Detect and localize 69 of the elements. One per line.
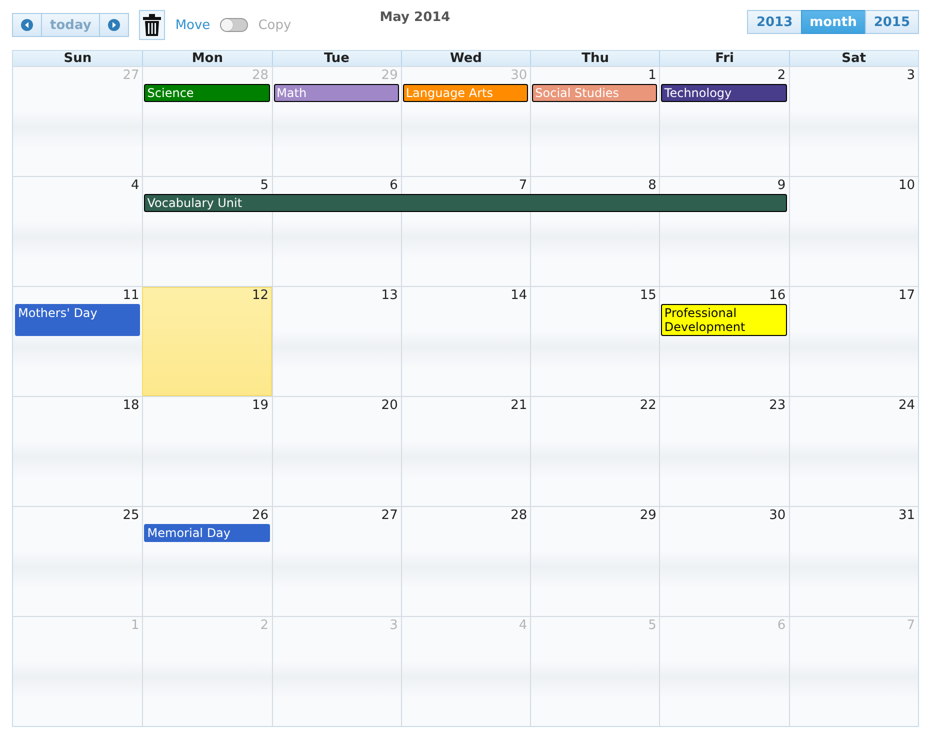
day-number: 26 bbox=[252, 507, 270, 523]
day-number: 28 bbox=[510, 507, 528, 523]
day-number: 20 bbox=[381, 397, 399, 413]
day-number: 7 bbox=[906, 617, 916, 633]
today-cell[interactable]: 12 bbox=[142, 287, 272, 396]
calendar-event[interactable]: Mothers' Day bbox=[15, 304, 140, 336]
day-number: 7 bbox=[518, 177, 528, 193]
day-number: 12 bbox=[252, 287, 270, 303]
day-number: 21 bbox=[510, 397, 528, 413]
weekday-header: Wed bbox=[400, 51, 530, 66]
day-number: 14 bbox=[510, 287, 528, 303]
weekday-header: Fri bbox=[659, 51, 789, 66]
calendar-title: May 2014 bbox=[380, 10, 450, 25]
delete-button[interactable] bbox=[139, 10, 166, 40]
day-number: 8 bbox=[648, 177, 658, 193]
day-number: 4 bbox=[131, 177, 140, 193]
weekday-header: Sat bbox=[788, 51, 918, 66]
day-number: 19 bbox=[252, 397, 270, 413]
day-number: 11 bbox=[122, 287, 140, 303]
day-number: 18 bbox=[122, 397, 140, 413]
day-number: 31 bbox=[898, 507, 916, 523]
previous-icon bbox=[21, 19, 33, 31]
weekday-header: Sun bbox=[62, 51, 93, 66]
day-number: 13 bbox=[381, 287, 399, 303]
next-button[interactable] bbox=[99, 13, 130, 37]
day-number: 9 bbox=[777, 177, 787, 193]
calendar-event[interactable]: Professional Development bbox=[661, 304, 787, 336]
day-number: 2 bbox=[777, 67, 787, 83]
move-copy-switch[interactable] bbox=[220, 18, 248, 32]
day-number: 24 bbox=[898, 397, 916, 413]
day-number: 4 bbox=[518, 617, 528, 633]
day-number: 16 bbox=[769, 287, 787, 303]
day-number: 27 bbox=[381, 507, 399, 523]
weekday-header: Thu bbox=[530, 51, 660, 66]
day-number: 17 bbox=[898, 287, 916, 303]
copy-label: Copy bbox=[258, 18, 292, 32]
day-number: 30 bbox=[510, 67, 528, 83]
view-button[interactable]: 2013 bbox=[747, 10, 802, 34]
weekday-header: Mon bbox=[142, 51, 272, 66]
weekday-header: Tue bbox=[272, 51, 401, 66]
move-label: Move bbox=[175, 18, 210, 32]
day-number: 5 bbox=[648, 617, 658, 633]
day-number: 25 bbox=[122, 507, 140, 523]
calendar-event[interactable]: Vocabulary Unit bbox=[144, 194, 787, 212]
day-number: 1 bbox=[131, 617, 140, 633]
view-button[interactable]: 2015 bbox=[864, 10, 920, 34]
day-number: 3 bbox=[906, 67, 916, 83]
previous-button[interactable] bbox=[12, 13, 42, 37]
day-number: 28 bbox=[252, 67, 270, 83]
day-number: 5 bbox=[260, 177, 270, 193]
day-number: 3 bbox=[390, 617, 399, 633]
trash-icon bbox=[143, 14, 162, 36]
day-number: 6 bbox=[390, 177, 399, 193]
day-number: 15 bbox=[640, 287, 658, 303]
day-number: 29 bbox=[640, 507, 658, 523]
calendar-event[interactable]: Math bbox=[274, 84, 399, 102]
day-number: 29 bbox=[381, 67, 399, 83]
day-number: 1 bbox=[648, 67, 658, 83]
day-number: 30 bbox=[769, 507, 787, 523]
day-number: 2 bbox=[260, 617, 270, 633]
day-number: 22 bbox=[640, 397, 658, 413]
next-icon bbox=[108, 19, 120, 31]
day-number: 6 bbox=[777, 617, 787, 633]
day-number: 27 bbox=[122, 67, 140, 83]
calendar-event[interactable]: Memorial Day bbox=[144, 524, 270, 542]
day-number: 10 bbox=[898, 177, 916, 193]
calendar-event[interactable]: Technology bbox=[661, 84, 787, 102]
calendar-event[interactable]: Science bbox=[144, 84, 270, 102]
day-number: 23 bbox=[769, 397, 787, 413]
